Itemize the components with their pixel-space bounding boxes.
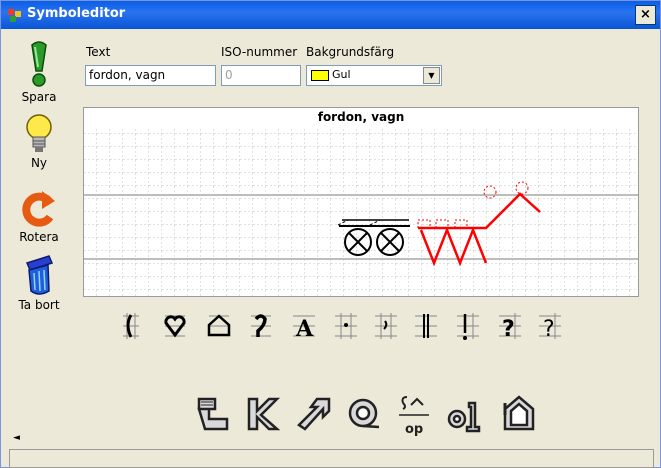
dot-glyph-icon	[335, 313, 357, 339]
house-glyph-icon	[207, 314, 231, 337]
background-color-select[interactable]: Gul ▼	[306, 65, 442, 86]
double-bar-glyph-icon	[415, 314, 437, 338]
app-icon	[8, 9, 21, 22]
dropdown-arrow-icon[interactable]: ▼	[423, 67, 440, 84]
svg-text:?: ?	[543, 317, 555, 341]
lightbulb-icon	[26, 114, 52, 152]
edit-tool-icon	[197, 397, 229, 431]
rotate-label: Rotera	[19, 230, 59, 244]
letter-a-glyph-icon: A	[293, 315, 315, 341]
text-field[interactable]: fordon, vagn	[85, 65, 216, 86]
delete-button[interactable]: Ta bort	[9, 253, 69, 312]
rotate-button[interactable]: Rotera	[9, 189, 69, 244]
house-outline-tool-icon	[503, 395, 535, 431]
trash-icon	[25, 255, 54, 295]
iso-label: ISO-nummer	[221, 45, 298, 59]
new-label: Ny	[30, 156, 48, 170]
delete-label: Ta bort	[18, 298, 60, 312]
drawing-grid	[84, 128, 638, 296]
heart-glyph-icon	[164, 315, 186, 338]
forward-arrow-tool-icon	[297, 397, 331, 431]
background-color-value: Gul	[332, 68, 351, 81]
arrow-op-tool-icon: op	[399, 396, 429, 437]
rotate-icon	[22, 191, 55, 227]
scroll-left-icon[interactable]: ◄	[13, 433, 20, 443]
text-label: Text	[86, 45, 111, 59]
symbol-canvas[interactable]: fordon, vagn	[83, 107, 639, 297]
question-glyph-icon: ?	[499, 313, 521, 341]
close-button[interactable]: ×	[635, 5, 656, 25]
glyph-palette[interactable]: A ? ?	[119, 311, 569, 341]
new-button[interactable]: Ny	[9, 113, 69, 170]
color-swatch	[311, 70, 329, 81]
bar-glyph-icon	[457, 313, 479, 340]
title-bar: Symboleditor ×	[1, 1, 660, 29]
exclamation-icon	[31, 41, 47, 87]
question-outline-glyph-icon: ?	[539, 313, 561, 341]
ol-tool-icon	[447, 401, 481, 433]
status-bar	[9, 449, 654, 468]
save-button[interactable]: Spara	[9, 41, 69, 104]
save-label: Spara	[21, 90, 57, 104]
spiral-tool-icon	[348, 398, 380, 429]
symbol-editor-window: Symboleditor × Spara Ny Rotera Ta bort T…	[0, 0, 661, 468]
iso-field[interactable]: 0	[221, 65, 301, 86]
svg-text:A: A	[295, 316, 314, 341]
bottom-tools[interactable]: op	[191, 393, 561, 437]
comma-glyph-icon	[375, 313, 397, 339]
svg-text:op: op	[405, 422, 423, 437]
gate-glyph-icon	[123, 313, 139, 339]
background-color-label: Bakgrundsfärg	[306, 45, 395, 59]
svg-text:?: ?	[502, 317, 515, 341]
question-curve-glyph-icon	[251, 314, 271, 337]
back-arrow-tool-icon	[247, 397, 281, 431]
window-title: Symboleditor	[27, 6, 126, 21]
